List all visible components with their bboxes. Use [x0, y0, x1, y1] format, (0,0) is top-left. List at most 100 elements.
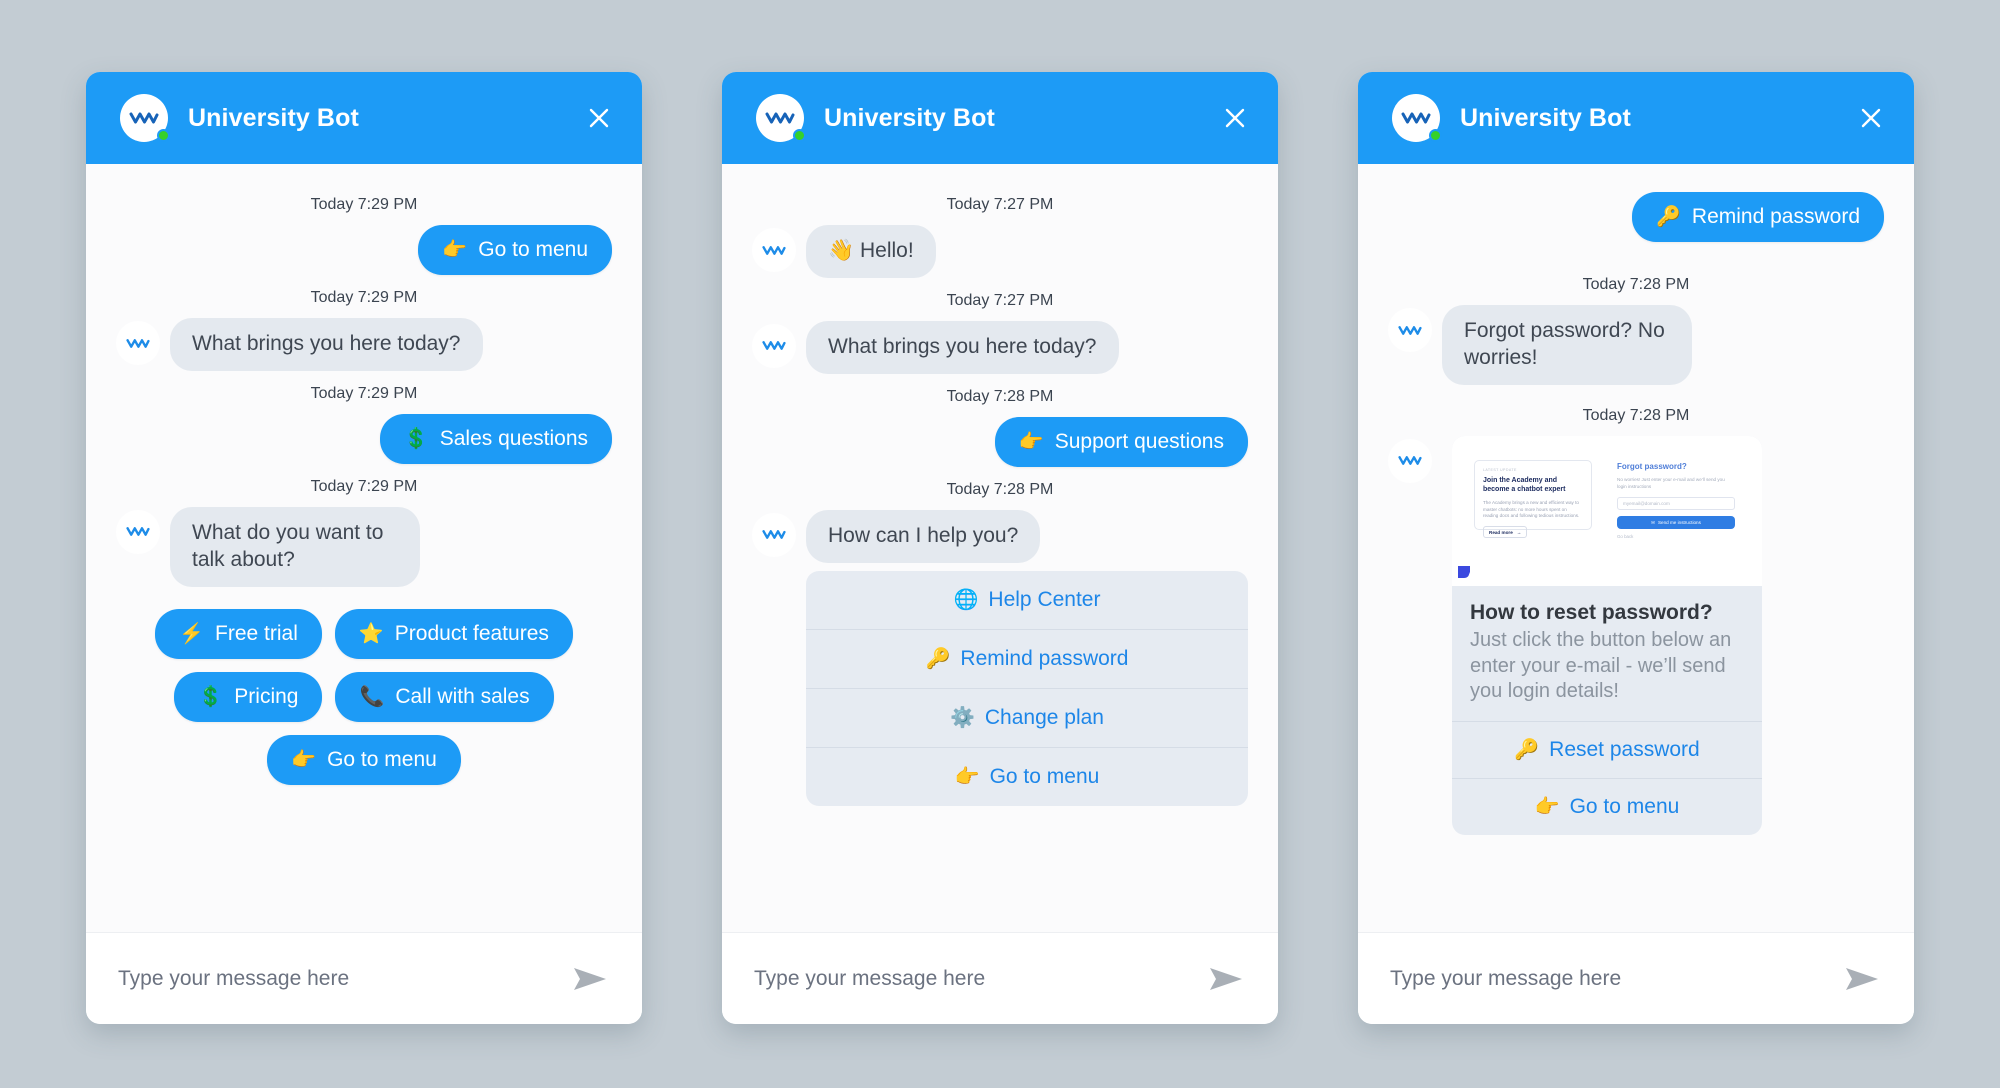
menu-item-change-plan[interactable]: ⚙️ Change plan — [806, 689, 1248, 748]
message-row: 👋 Hello! — [752, 225, 1248, 278]
message-timestamp: Today 7:28 PM — [1582, 276, 1690, 293]
chip-label: Go to menu — [478, 238, 588, 261]
chip-label: Product features — [394, 621, 549, 645]
money-icon: 💲 — [198, 685, 224, 708]
menu-item-label: Change plan — [984, 705, 1104, 729]
preview-headline: Join the Academy and become a chatbot ex… — [1483, 476, 1566, 494]
message-list-3[interactable]: 🔑 Remind password Today 7:28 PM Forgot p… — [1358, 164, 1914, 932]
bot-message-bubble: How can I help you? — [806, 509, 1041, 563]
star-icon: ⭐ — [358, 622, 384, 645]
chat-header: University Bot — [1358, 72, 1914, 164]
user-reply-chip[interactable]: 👉 Go to menu — [418, 225, 612, 275]
quick-reply-pricing[interactable]: 💲 Pricing — [174, 671, 323, 722]
message-input[interactable] — [754, 966, 1204, 991]
message-list-1[interactable]: Today 7:29 PM 👉 Go to menu Today 7:29 PM… — [86, 164, 642, 932]
send-icon[interactable] — [568, 957, 612, 1001]
user-reply-chip[interactable]: 🔑 Remind password — [1632, 192, 1884, 242]
chat-widget-3: University Bot 🔑 Remind password Today 7… — [1358, 72, 1914, 1024]
message-timestamp: Today 7:28 PM — [946, 387, 1054, 405]
message-timestamp: Today 7:29 PM — [310, 384, 418, 402]
composer-3 — [1358, 932, 1914, 1024]
message-list-2[interactable]: Today 7:27 PM 👋 Hello! Today 7:27 PM Wha… — [722, 164, 1278, 932]
bot-message-bubble: Forgot password? No worries! — [1442, 305, 1692, 385]
send-icon[interactable] — [1840, 957, 1884, 1001]
quick-reply-call-with-sales[interactable]: 📞 Call with sales — [335, 671, 554, 722]
menu-item-label: Go to menu — [989, 764, 1100, 788]
send-icon[interactable] — [1204, 957, 1248, 1001]
message-timestamp: Today 7:27 PM — [946, 196, 1054, 213]
message-timestamp: Today 7:27 PM — [946, 291, 1054, 309]
menu-item-label: Help Center — [988, 587, 1101, 611]
menu-item-remind-password[interactable]: 🔑 Remind password — [806, 630, 1248, 689]
quick-reply-product-features[interactable]: ⭐ Product features — [334, 608, 573, 659]
point-right-icon: 👉 — [442, 239, 468, 261]
close-icon[interactable] — [1218, 101, 1252, 135]
menu-item-go-to-menu[interactable]: 👉 Go to menu — [806, 748, 1248, 806]
bubble-label: Hello! — [860, 239, 914, 262]
preview-article-card: LATEST UPDATE Join the Academy and becom… — [1474, 459, 1592, 539]
composer-2 — [722, 932, 1278, 1024]
point-right-icon: 👉 — [291, 748, 317, 771]
preview-forgot-password-form: Forgot password? No worries! Just enter … — [1617, 461, 1735, 539]
card-description: Just click the button below an enter you… — [1470, 628, 1732, 703]
lightning-icon: ⚡ — [179, 622, 205, 645]
chat-header: University Bot — [722, 72, 1278, 164]
card-actions: 🔑 Reset password 👉 Go to menu — [1452, 720, 1762, 835]
preview-submit-button: ✉ Send me instructions — [1617, 516, 1735, 530]
bot-message-icon — [116, 321, 160, 365]
message-row: LATEST UPDATE Join the Academy and becom… — [1388, 435, 1884, 835]
user-reply-chip[interactable]: 👉 Support questions — [994, 416, 1248, 467]
chip-label: Free trial — [215, 621, 298, 645]
message-timestamp: Today 7:29 PM — [310, 477, 418, 495]
preview-read-more-button: Read more → — [1483, 526, 1528, 539]
point-right-icon: 👉 — [1018, 430, 1044, 453]
chat-widget-1: University Bot Today 7:29 PM 👉 Go to men… — [86, 72, 642, 1024]
bot-message-icon — [116, 509, 160, 554]
page-title: University Bot — [1460, 103, 1631, 132]
point-right-icon: 👉 — [954, 765, 980, 788]
online-status-dot — [1429, 129, 1442, 142]
chat-header: University Bot — [86, 72, 642, 164]
close-icon[interactable] — [1854, 101, 1888, 135]
card-title: How to reset password? — [1470, 600, 1713, 624]
avatar — [120, 94, 170, 142]
chip-label: Remind password — [1691, 205, 1860, 228]
close-icon[interactable] — [582, 101, 616, 135]
bot-message-icon — [752, 323, 796, 368]
message-row: 👉 Go to menu — [116, 225, 612, 275]
card-action-go-to-menu[interactable]: 👉 Go to menu — [1452, 779, 1762, 835]
composer-1 — [86, 932, 642, 1024]
chip-label: Support questions — [1054, 429, 1224, 453]
message-input[interactable] — [118, 966, 568, 991]
preview-submit-label: Send me instructions — [1657, 520, 1701, 526]
money-icon: 💲 — [403, 427, 429, 450]
quick-reply-free-trial[interactable]: ⚡ Free trial — [155, 608, 322, 659]
bot-message-bubble: What brings you here today? — [170, 318, 483, 371]
message-timestamp: Today 7:29 PM — [310, 196, 418, 213]
message-row: How can I help you? — [752, 509, 1248, 563]
globe-icon: 🌐 — [953, 588, 979, 611]
preview-button-label: Read more — [1489, 529, 1513, 535]
arrow-right-icon: → — [1516, 529, 1522, 535]
preview-kicker: LATEST UPDATE — [1483, 467, 1517, 472]
bot-message-icon — [1388, 438, 1432, 483]
message-row: 👉 Support questions — [752, 416, 1248, 467]
message-input[interactable] — [1390, 966, 1840, 991]
chip-label: Go to menu — [327, 747, 437, 771]
message-row: 🔑 Remind password — [1388, 192, 1884, 242]
user-reply-chip[interactable]: 💲 Sales questions — [379, 413, 612, 464]
brand-badge-icon — [1458, 565, 1476, 582]
card-action-reset-password[interactable]: 🔑 Reset password — [1452, 722, 1762, 779]
message-row: Forgot password? No worries! — [1388, 305, 1884, 385]
point-right-icon: 👉 — [1534, 795, 1560, 818]
menu-item-help-center[interactable]: 🌐 Help Center — [806, 571, 1248, 630]
page-title: University Bot — [824, 103, 995, 132]
gear-icon: ⚙️ — [949, 706, 975, 729]
quick-reply-go-to-menu[interactable]: 👉 Go to menu — [267, 734, 461, 785]
chip-label: Pricing — [234, 684, 299, 708]
preview-form-title: Forgot password? — [1617, 461, 1687, 471]
message-timestamp: Today 7:28 PM — [1582, 406, 1690, 424]
